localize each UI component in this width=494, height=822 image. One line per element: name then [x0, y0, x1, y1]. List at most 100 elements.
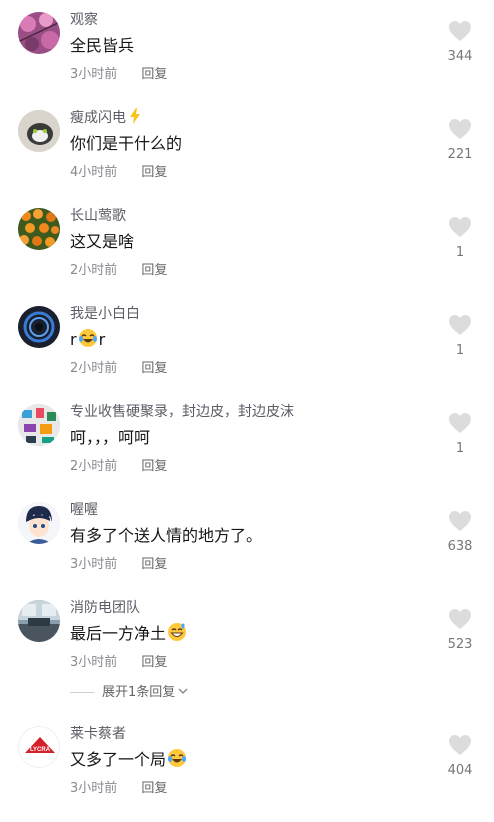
heart-icon[interactable] — [448, 734, 472, 756]
avatar[interactable] — [18, 12, 60, 54]
like-button[interactable]: 404 — [440, 734, 480, 780]
pink-blossom-avatar — [18, 12, 60, 54]
comment-item: 我是小白白 rr 2小时前 回复 1 — [0, 304, 494, 402]
comment-text: 有多了个送人情的地方了。 — [70, 526, 263, 545]
comment-item: 消防电团队 最后一方净土 3小时前 回复 523 — [0, 598, 494, 696]
username[interactable]: 莱卡蔡者 — [70, 724, 126, 744]
like-button[interactable]: 523 — [440, 608, 480, 654]
chevron-down-icon — [178, 688, 188, 694]
comment-item: 喔喔 有多了个送人情的地方了。 3小时前 回复 638 — [0, 500, 494, 598]
like-button[interactable]: 1 — [440, 216, 480, 262]
comment-text: 你们是干什么的 — [70, 134, 183, 153]
heart-icon[interactable] — [448, 216, 472, 238]
blue-ring-avatar — [18, 306, 60, 348]
heart-icon[interactable] — [448, 510, 472, 532]
reply-button[interactable]: 回复 — [141, 457, 167, 477]
timestamp: 4小时前 — [70, 165, 118, 180]
comment-meta: 2小时前 回复 — [70, 359, 167, 379]
office-photo-avatar — [18, 600, 60, 642]
lightning-icon — [130, 108, 140, 124]
timestamp: 3小时前 — [70, 557, 118, 572]
cat-photo-avatar — [18, 110, 60, 152]
avatar[interactable] — [18, 404, 60, 446]
anime-boy-avatar — [18, 502, 60, 544]
like-count: 523 — [447, 637, 473, 652]
heart-icon[interactable] — [448, 412, 472, 434]
expand-replies-button[interactable]: 展开1条回复 — [70, 683, 189, 703]
comment-text: 这又是啥 — [70, 232, 135, 251]
like-count: 1 — [455, 343, 465, 358]
like-button[interactable]: 1 — [440, 412, 480, 458]
comment-meta: 3小时前 回复 — [70, 779, 167, 799]
reply-button[interactable]: 回复 — [141, 163, 167, 183]
comment-meta: 3小时前 回复 — [70, 653, 167, 673]
laughing-tears-emoji — [167, 748, 187, 768]
timestamp: 3小时前 — [70, 781, 118, 796]
comment-text-part: r — [98, 330, 106, 349]
comment-meta: 2小时前 回复 — [70, 457, 167, 477]
heart-icon[interactable] — [448, 118, 472, 140]
avatar[interactable] — [18, 600, 60, 642]
svg-text:LYCRA: LYCRA — [30, 747, 51, 753]
avatar[interactable] — [18, 208, 60, 250]
colorful-items-avatar — [18, 404, 60, 446]
timestamp: 2小时前 — [70, 459, 118, 474]
timestamp: 3小时前 — [70, 67, 118, 82]
comment-text: 最后一方净土 — [70, 622, 188, 646]
username[interactable]: 观察 — [70, 10, 98, 30]
username[interactable]: 瘦成闪电 — [70, 108, 142, 128]
comment-text-part: 最后一方净土 — [70, 624, 167, 643]
like-count: 638 — [447, 539, 473, 554]
avatar[interactable]: LYCRA — [18, 726, 60, 768]
like-count: 1 — [455, 441, 465, 456]
lycra-logo-avatar: LYCRA — [19, 727, 59, 767]
like-count: 404 — [447, 763, 473, 778]
timestamp: 2小时前 — [70, 263, 118, 278]
comment-item: 专业收售硬聚录，封边皮，封边皮沫 呵，，，呵呵 2小时前 回复 1 — [0, 402, 494, 500]
comment-text: 又多了一个局 — [70, 748, 188, 772]
avatar[interactable] — [18, 110, 60, 152]
comment-item: 瘦成闪电 你们是干什么的 4小时前 回复 221 — [0, 108, 494, 206]
reply-button[interactable]: 回复 — [141, 653, 167, 673]
like-button[interactable]: 221 — [440, 118, 480, 164]
username-text: 瘦成闪电 — [70, 110, 126, 126]
comment-item: LYCRA 莱卡蔡者 又多了一个局 3小时前 回复 404 — [0, 724, 494, 822]
username[interactable]: 长山莺歌 — [70, 206, 126, 226]
comment-text-part: r — [70, 330, 77, 349]
reply-button[interactable]: 回复 — [141, 555, 167, 575]
avatar[interactable] — [18, 502, 60, 544]
grin-sweat-emoji — [167, 622, 187, 642]
comment-meta: 2小时前 回复 — [70, 261, 167, 281]
comment-meta: 4小时前 回复 — [70, 163, 167, 183]
comment-meta: 3小时前 回复 — [70, 65, 167, 85]
comment-item: 观察 全民皆兵 3小时前 回复 344 — [0, 10, 494, 108]
username[interactable]: 喔喔 — [70, 500, 98, 520]
username[interactable]: 专业收售硬聚录，封边皮，封边皮沫 — [70, 402, 294, 422]
comment-text: 呵，，，呵呵 — [70, 428, 151, 447]
laughing-tears-emoji — [78, 328, 98, 348]
username[interactable]: 我是小白白 — [70, 304, 140, 324]
reply-button[interactable]: 回复 — [141, 359, 167, 379]
comment-text-part: 又多了一个局 — [70, 750, 167, 769]
timestamp: 2小时前 — [70, 361, 118, 376]
orange-flowers-avatar — [18, 208, 60, 250]
like-count: 1 — [455, 245, 465, 260]
heart-icon[interactable] — [448, 314, 472, 336]
reply-button[interactable]: 回复 — [141, 779, 167, 799]
heart-icon[interactable] — [448, 608, 472, 630]
reply-button[interactable]: 回复 — [141, 65, 167, 85]
like-button[interactable]: 344 — [440, 20, 480, 66]
username[interactable]: 消防电团队 — [70, 598, 140, 618]
like-count: 344 — [447, 49, 473, 64]
comment-text: 全民皆兵 — [70, 36, 135, 55]
heart-icon[interactable] — [448, 20, 472, 42]
like-button[interactable]: 1 — [440, 314, 480, 360]
expand-replies-label: 展开1条回复 — [102, 685, 176, 700]
like-button[interactable]: 638 — [440, 510, 480, 556]
divider-line — [70, 692, 94, 693]
comment-meta: 3小时前 回复 — [70, 555, 167, 575]
reply-button[interactable]: 回复 — [141, 261, 167, 281]
comment-item: 长山莺歌 这又是啥 2小时前 回复 1 — [0, 206, 494, 304]
comment-text: rr — [70, 328, 105, 352]
avatar[interactable] — [18, 306, 60, 348]
